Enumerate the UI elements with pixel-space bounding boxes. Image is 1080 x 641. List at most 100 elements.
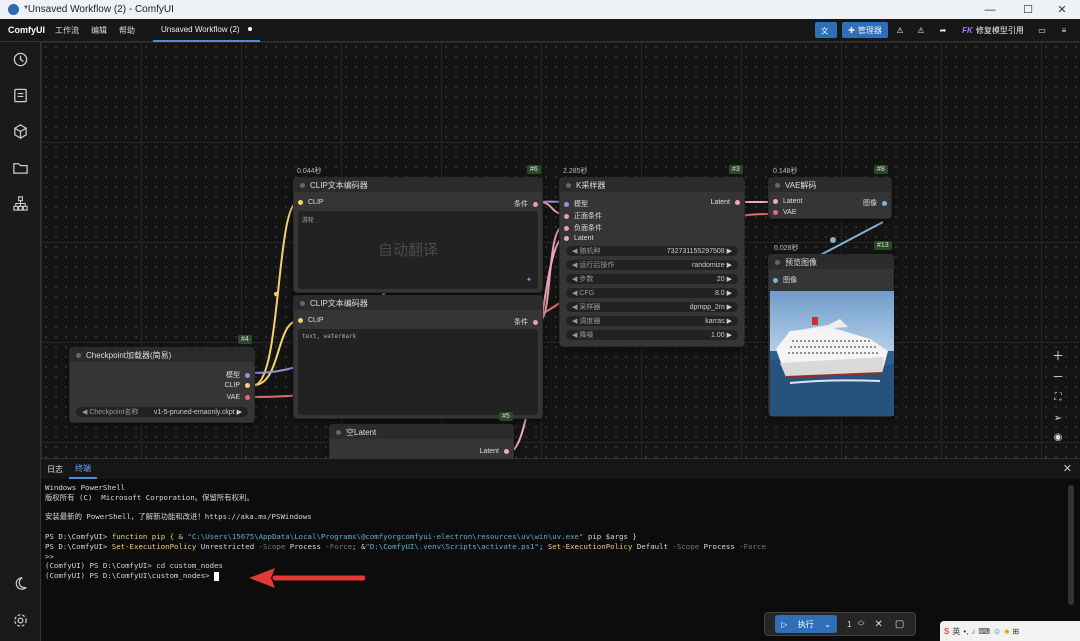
vae-output-image[interactable]: 图像 [863, 198, 887, 208]
node-library-icon[interactable] [12, 123, 29, 140]
sogou-s-icon[interactable]: S [944, 627, 949, 636]
widget-steps[interactable]: ◀ 步数 20 ▶ [566, 274, 738, 284]
menu-help[interactable]: 帮助 [119, 25, 135, 36]
empty-latent-node[interactable]: 空Latent Latent [329, 424, 514, 458]
latent-id-badge: #5 [499, 412, 513, 421]
settings-icon[interactable] [12, 612, 29, 629]
clip-text-encode-node-2[interactable]: CLIP文本编码器 CLIP 条件 text, watermark [293, 295, 543, 419]
skin-icon[interactable]: ♣ [1004, 627, 1009, 636]
close-window-button[interactable]: ✕ [1044, 0, 1080, 19]
queue-stop-icon[interactable]: ▢ [895, 619, 904, 630]
menu-edit[interactable]: 编辑 [91, 25, 107, 36]
ksampler-input-negative[interactable]: 负面条件 [564, 223, 602, 233]
cruise-ship-preview-image[interactable] [770, 291, 894, 416]
run-button[interactable]: ▷ 执行 ⌄ [775, 615, 837, 633]
comfyui-logo[interactable]: ComfyUI [8, 25, 45, 35]
preview-header[interactable]: 预览图像 [769, 255, 893, 269]
widget-cfg[interactable]: ◀ CFG 8.0 ▶ [566, 288, 738, 298]
term-text: ; & [352, 541, 366, 551]
clip2-header[interactable]: CLIP文本编码器 [294, 296, 542, 310]
user-icon[interactable]: ☺ [993, 627, 1001, 636]
clip1-output-cond[interactable]: 条件 [514, 199, 538, 209]
widget-seed[interactable]: ◀ 随机种 732731155297508 ▶ [566, 246, 738, 256]
ksampler-node[interactable]: K采样器 模型 正面条件 负面条件 Latent Latent ◀ 随机种 732… [559, 177, 745, 347]
toggle-links-button[interactable]: ◉ [1048, 428, 1068, 446]
stepper-arrows-icon[interactable]: ︿ ﹀ [857, 617, 864, 631]
tab-logs[interactable]: 日志 [41, 459, 69, 479]
workflow-icon[interactable] [12, 195, 29, 212]
history-icon[interactable] [12, 51, 29, 68]
workflow-canvas[interactable]: 0.044秒 #6 CLIP文本编码器 CLIP 条件 游轮 自动翻译 ✦ CL… [41, 42, 1080, 458]
fix-models-button[interactable]: FK 修复模型引用 [960, 22, 1026, 38]
clip2-output-cond[interactable]: 条件 [514, 317, 538, 327]
share-button[interactable]: ➦ [936, 22, 950, 38]
collapse-dot-icon[interactable] [775, 259, 780, 265]
latent-header[interactable]: 空Latent [330, 425, 513, 439]
model-library-icon[interactable] [12, 159, 29, 176]
checkpoint-loader-node[interactable]: Checkpoint加载器(简易) 模型 CLIP VAE ◀ Checkpoi… [69, 347, 255, 423]
checkpoint-header[interactable]: Checkpoint加载器(简易) [70, 348, 254, 362]
vae-input-latent[interactable]: Latent [773, 198, 802, 205]
clip2-prompt-textarea[interactable]: text, watermark [298, 329, 538, 415]
checkpoint-output-clip[interactable]: CLIP [224, 382, 250, 389]
keyboard-icon[interactable]: ⌨ [978, 627, 990, 636]
microphone-icon[interactable]: ♪ [971, 627, 975, 636]
widget-checkpoint-name[interactable]: ◀ Checkpoint名称 v1-5-pruned-emaonly.ckpt ▶ [76, 407, 248, 417]
batch-count[interactable]: 1 [847, 620, 851, 629]
cancel-run-icon[interactable]: ✕ [874, 619, 882, 630]
clip-text-encode-node-1[interactable]: CLIP文本编码器 CLIP 条件 游轮 自动翻译 ✦ [293, 177, 543, 293]
terminal-output[interactable]: Windows PowerShell 版权所有 (C) Microsoft Co… [45, 483, 766, 581]
maximize-button[interactable]: ☐ [1010, 0, 1046, 19]
widget-control-after[interactable]: ◀ 运行后操作 randomize ▶ [566, 260, 738, 270]
hamburger-menu-button[interactable]: ≡ [1057, 22, 1071, 38]
widget-denoise[interactable]: ◀ 降噪 1.00 ▶ [566, 330, 738, 340]
ksampler-input-latent[interactable]: Latent [564, 235, 593, 242]
ksampler-output-latent[interactable]: Latent [711, 199, 740, 206]
collapse-dot-icon[interactable] [566, 182, 571, 188]
fit-view-button[interactable]: ⛶ [1048, 388, 1068, 406]
select-mode-button[interactable]: ➢ [1048, 409, 1068, 427]
minimize-button[interactable]: — [972, 0, 1008, 19]
clip1-input-clip[interactable]: CLIP [298, 199, 324, 206]
vae-decode-node[interactable]: VAE解码 Latent VAE 图像 [768, 177, 892, 219]
close-panel-icon[interactable]: ✕ [1063, 462, 1072, 475]
tab-terminal[interactable]: 终端 [69, 459, 97, 479]
ksampler-input-positive[interactable]: 正面条件 [564, 211, 602, 221]
latent-output[interactable]: Latent [480, 448, 509, 455]
clip1-header[interactable]: CLIP文本编码器 [294, 178, 542, 192]
collapse-dot-icon[interactable] [300, 182, 305, 188]
widget-sampler[interactable]: ◀ 采样器 dpmpp_2m ▶ [566, 302, 738, 312]
ksampler-header[interactable]: K采样器 [560, 178, 744, 192]
ksampler-input-model[interactable]: 模型 [564, 199, 588, 209]
ime-language[interactable]: 英 [952, 626, 960, 637]
zoom-out-button[interactable]: － [1048, 367, 1068, 385]
collapse-dot-icon[interactable] [300, 300, 305, 306]
tab-unsaved-workflow[interactable]: Unsaved Workflow (2) [153, 19, 260, 42]
chevron-down-icon[interactable]: ⌄ [824, 620, 831, 629]
collapse-dot-icon[interactable] [336, 429, 341, 435]
clip2-input-clip[interactable]: CLIP [298, 317, 324, 324]
vae-input-vae[interactable]: VAE [773, 209, 797, 216]
collapse-dot-icon[interactable] [775, 182, 780, 188]
vae-header[interactable]: VAE解码 [769, 178, 891, 192]
queue-icon[interactable] [12, 87, 29, 104]
preview-input-image[interactable]: 图像 [773, 275, 797, 285]
terminal-scrollbar[interactable] [1068, 485, 1074, 605]
grid-icon[interactable]: ⊞ [1012, 627, 1019, 636]
checkpoint-output-vae[interactable]: VAE [227, 394, 250, 401]
translate-magic-icon[interactable]: ✦ [526, 274, 532, 285]
menu-workflow[interactable]: 工作流 [55, 25, 79, 36]
model-icon-button[interactable]: ⚠ [893, 22, 907, 38]
punctuation-icon[interactable]: •, [963, 627, 968, 636]
widget-scheduler[interactable]: ◀ 调度器 karras ▶ [566, 316, 738, 326]
clip1-prompt-textarea[interactable]: 游轮 自动翻译 ✦ [298, 211, 538, 289]
manager-button[interactable]: ✚ 管理器 [842, 22, 888, 38]
theme-icon[interactable] [12, 575, 29, 592]
zoom-in-button[interactable]: ＋ [1048, 346, 1068, 364]
panel-toggle-button[interactable]: ▭ [1035, 22, 1049, 38]
preview-image-node[interactable]: 预览图像 图像 [768, 254, 894, 417]
collapse-dot-icon[interactable] [76, 352, 81, 358]
checkpoint-output-model[interactable]: 模型 [226, 370, 250, 380]
sampler-icon-button[interactable]: ⚠ [914, 22, 928, 38]
translate-button[interactable]: 文 [815, 22, 837, 38]
